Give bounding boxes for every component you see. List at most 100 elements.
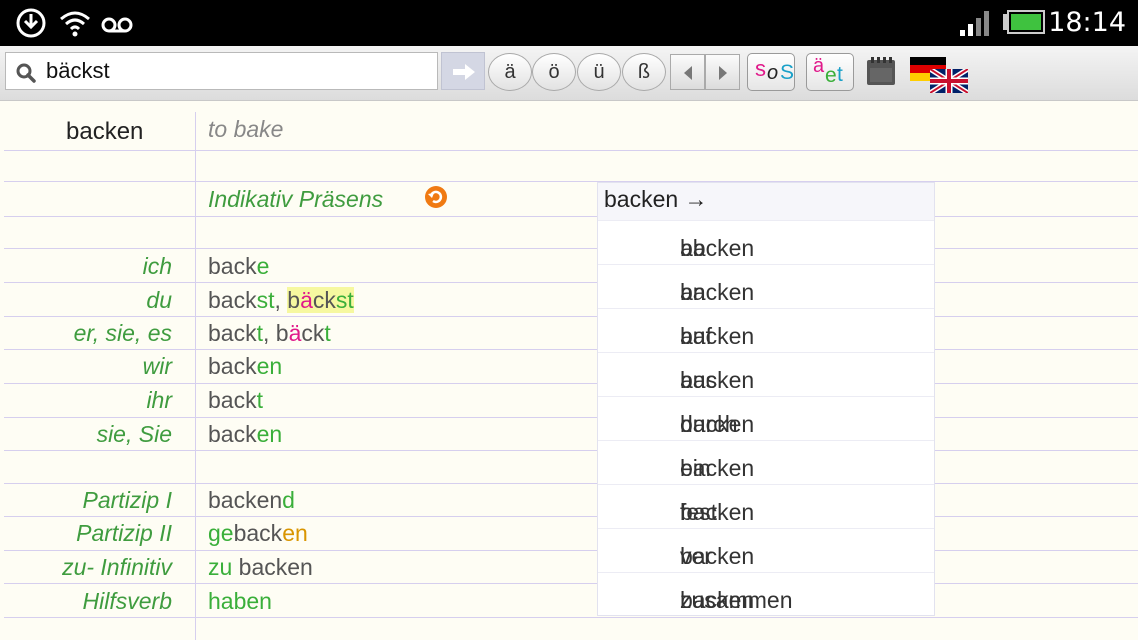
row-divider xyxy=(4,383,1138,384)
highlighted-match: bäckst xyxy=(287,287,354,313)
calendar-icon[interactable] xyxy=(866,56,896,86)
label-partizip-2: Partizip II xyxy=(76,520,172,546)
tense-title: Indikativ Präsens xyxy=(208,186,384,212)
pronoun-sie-Sie: sie, Sie xyxy=(96,421,172,447)
ending: en xyxy=(282,520,308,546)
row-divider xyxy=(4,150,1138,151)
signal-icon xyxy=(960,11,989,36)
form-du: backst, bäckst xyxy=(208,287,354,314)
popup-title: backen → xyxy=(604,186,708,212)
infinitive: backen xyxy=(66,118,144,145)
row-divider xyxy=(4,181,1138,182)
row-divider xyxy=(4,550,1138,551)
popup-header: backen → xyxy=(598,183,934,220)
stem: back xyxy=(208,253,257,279)
prefix: ge xyxy=(208,520,234,546)
key-a-umlaut[interactable]: ä xyxy=(488,53,532,91)
related-verb-item[interactable]: an backen xyxy=(598,264,934,309)
search-box[interactable] xyxy=(5,52,438,90)
form-partizip-2: gebacken xyxy=(208,520,308,547)
search-input[interactable] xyxy=(46,55,431,87)
verb-stem: backen xyxy=(680,587,755,613)
sos-o: o xyxy=(767,62,779,84)
pronoun-ihr: ihr xyxy=(146,387,172,413)
toolbar: ä ö ü ß s o S ä e t xyxy=(0,46,1138,101)
uk-flag-icon xyxy=(930,69,968,93)
stem: back xyxy=(208,421,257,447)
clock: 18:14 xyxy=(1048,7,1126,38)
row-divider xyxy=(4,617,1138,618)
ending: en xyxy=(256,353,283,379)
row-divider xyxy=(4,450,1138,451)
sos-button[interactable]: s o S xyxy=(747,53,795,91)
related-verb-item[interactable]: ein backen xyxy=(598,440,934,485)
key-eszett[interactable]: ß xyxy=(622,53,666,91)
translation: to bake xyxy=(208,116,284,142)
ending: t xyxy=(324,320,331,346)
verb-stem: backen xyxy=(680,323,755,349)
next-button[interactable] xyxy=(705,54,740,90)
form-sie-Sie: backen xyxy=(208,421,282,448)
aet-t: t xyxy=(837,63,843,86)
undo-icon[interactable] xyxy=(424,185,448,209)
aet-a: ä xyxy=(813,55,825,77)
voicemail-icon xyxy=(101,17,133,33)
ending: d xyxy=(282,487,295,513)
related-verb-item[interactable]: ab backen xyxy=(598,220,934,265)
key-u-umlaut[interactable]: ü xyxy=(577,53,621,91)
label-zu-infinitiv: zu- Infinitiv xyxy=(62,554,172,580)
chevron-left-icon xyxy=(684,66,692,80)
pronoun-wir: wir xyxy=(142,353,172,379)
go-button[interactable] xyxy=(441,52,485,90)
related-verb-item[interactable]: durch backen xyxy=(598,396,934,441)
form-er-sie-es: backt, bäckt xyxy=(208,320,331,347)
related-verb-item[interactable]: fest backen xyxy=(598,484,934,529)
stem: b xyxy=(287,287,301,313)
status-bar: 18:14 xyxy=(0,0,1138,46)
form-zu-infinitiv: zu backen xyxy=(208,554,313,581)
stem: ck xyxy=(301,320,325,346)
row-divider xyxy=(4,216,1138,217)
row-divider xyxy=(4,583,1138,584)
search-icon xyxy=(16,63,36,83)
related-verb-item[interactable]: ver backen xyxy=(598,528,934,573)
stem: backen xyxy=(208,487,283,513)
stem: back xyxy=(233,520,283,546)
stem: b xyxy=(275,320,289,346)
stem: back xyxy=(208,287,257,313)
row-divider xyxy=(4,483,1138,484)
label-hilfsverb: Hilfsverb xyxy=(82,588,172,614)
stem: back xyxy=(208,387,257,413)
stem: ck xyxy=(312,287,336,313)
row-divider xyxy=(4,417,1138,418)
umlaut: ä xyxy=(300,287,313,313)
language-toggle[interactable] xyxy=(908,57,968,95)
prev-button[interactable] xyxy=(670,54,705,90)
battery-icon xyxy=(1003,10,1045,34)
download-icon xyxy=(16,8,46,38)
stem: back xyxy=(208,320,257,346)
sos-s1: s xyxy=(755,56,766,81)
column-divider xyxy=(195,112,196,640)
related-verb-item[interactable]: auf backen xyxy=(598,308,934,353)
umlaut-ending-button[interactable]: ä e t xyxy=(806,53,854,91)
separator: , xyxy=(274,287,288,313)
auxiliary-verb: haben xyxy=(208,588,272,614)
sos-s2: S xyxy=(780,61,795,84)
verb-stem: backen xyxy=(680,367,755,393)
related-verb-item[interactable]: aus backen xyxy=(598,352,934,397)
arrow-right-icon xyxy=(453,64,475,80)
form-wir: backen xyxy=(208,353,282,380)
verb-stem: backen xyxy=(680,543,755,569)
key-o-umlaut[interactable]: ö xyxy=(532,53,576,91)
stem: back xyxy=(208,353,257,379)
pronoun-ich: ich xyxy=(142,253,172,279)
umlaut: ä xyxy=(288,320,302,346)
related-verb-item[interactable]: zusammen backen xyxy=(598,572,934,617)
row-divider xyxy=(4,349,1138,350)
verb-stem: backen xyxy=(680,279,755,305)
verb-stem: backen xyxy=(680,499,755,525)
verb-stem: backen xyxy=(680,455,755,481)
related-verbs-popup: backen → ab backen an backen auf backen aus… xyxy=(597,182,935,616)
form-hilfsverb: haben xyxy=(208,588,272,615)
